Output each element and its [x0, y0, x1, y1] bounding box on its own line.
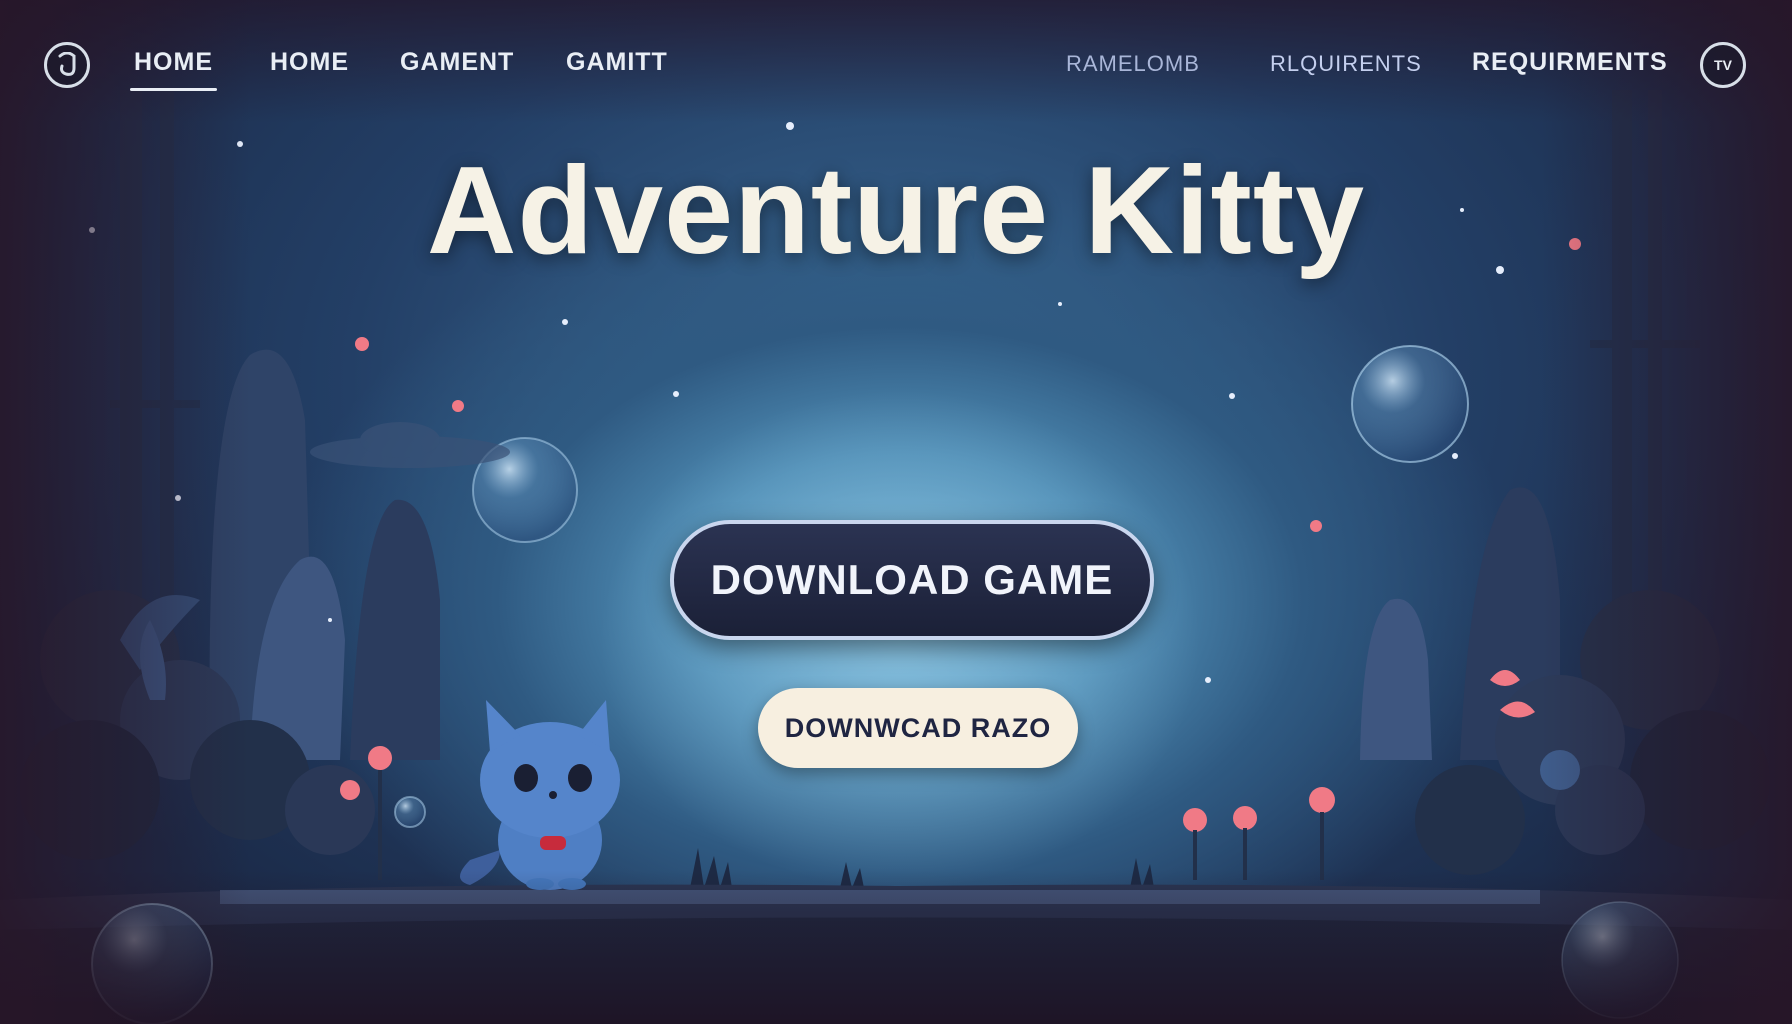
top-navigation: HOME HOME GAMENT GAMITT RAMELOMB RLQUIRE… — [0, 36, 1792, 92]
avatar-label: TV — [1714, 57, 1732, 73]
nav-requirements[interactable]: REQUIRMENTS — [1472, 48, 1668, 77]
secondary-download-button[interactable]: DOWNWCAD RAZO — [758, 688, 1078, 768]
nav-home-active[interactable]: HOME — [130, 48, 217, 91]
gamepad-logo-icon[interactable] — [44, 42, 90, 88]
nav-ramelomb[interactable]: RAMELOMB — [1066, 51, 1200, 77]
game-title: Adventure Kitty — [426, 142, 1366, 280]
kitty-character — [460, 700, 620, 890]
hero-background: HOME HOME GAMENT GAMITT RAMELOMB RLQUIRE… — [0, 0, 1792, 1024]
user-avatar[interactable]: TV — [1700, 42, 1746, 88]
nav-gamitt[interactable]: GAMITT — [566, 48, 668, 77]
nav-gament[interactable]: GAMENT — [400, 48, 514, 77]
nav-home[interactable]: HOME — [270, 48, 349, 77]
gamepad-logo-glyph — [58, 52, 76, 76]
download-game-button[interactable]: DOWNLOAD GAME — [670, 520, 1154, 640]
nav-rlquirents[interactable]: RLQUIRENTS — [1270, 51, 1422, 77]
dark-clouds — [310, 422, 510, 468]
glow-dome — [600, 390, 1200, 890]
